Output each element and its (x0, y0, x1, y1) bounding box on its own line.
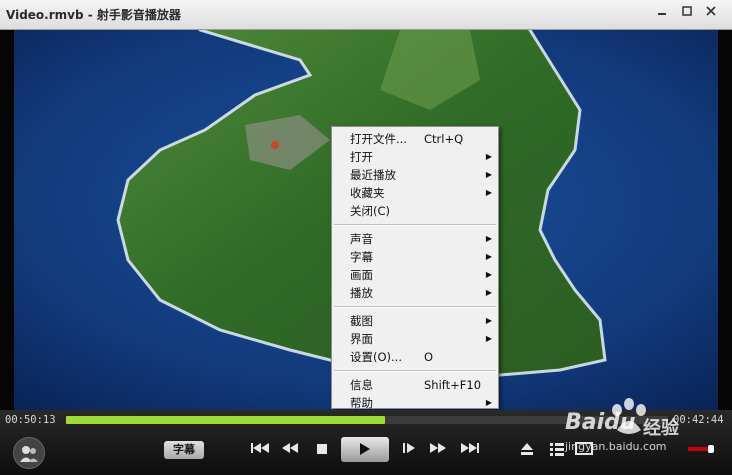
stop-icon[interactable] (316, 441, 328, 460)
menu-item-shortcut: Shift+F10 (424, 378, 482, 392)
minimize-icon[interactable] (652, 4, 672, 20)
menu-item-label: 打开 (350, 150, 373, 164)
menu-item-label: 字幕 (350, 250, 373, 264)
submenu-arrow-icon: ▶ (485, 398, 492, 407)
step-forward-icon[interactable] (402, 440, 416, 460)
submenu-arrow-icon: ▶ (485, 152, 492, 161)
menu-item[interactable]: 声音 ▶ (332, 230, 498, 248)
menu-item[interactable]: 打开 ▶ (332, 148, 498, 166)
menu-item[interactable]: 帮助 ▶ (332, 394, 498, 410)
menu-item-label: 声音 (350, 232, 373, 246)
menu-item[interactable]: 最近播放 ▶ (332, 166, 498, 184)
play-button[interactable] (341, 437, 389, 462)
menu-item-label: 打开文件... (350, 132, 407, 146)
submenu-arrow-icon: ▶ (485, 316, 492, 325)
elapsed-time: 00:50:13 (5, 414, 56, 426)
menu-separator (334, 370, 496, 372)
context-menu: 打开文件... Ctrl+Q 打开 ▶ 最近播放 ▶ 收藏夹 ▶ 关闭(C) 声音 ▶ 字幕 ▶ 画面 ▶ 播… (331, 126, 499, 410)
subtitle-button[interactable]: 字幕 (164, 441, 204, 459)
menu-item[interactable]: 字幕 ▶ (332, 248, 498, 266)
skip-back-icon[interactable] (250, 440, 272, 460)
menu-item-label: 画面 (350, 268, 373, 282)
window-title: Video.rmvb - 射手影音播放器 (6, 8, 181, 22)
menu-item[interactable]: 画面 ▶ (332, 266, 498, 284)
menu-item[interactable]: 播放 ▶ (332, 284, 498, 302)
close-icon[interactable] (701, 4, 721, 20)
menu-separator (334, 306, 496, 308)
watermark-brand: Baidu (565, 410, 636, 435)
menu-item-label: 最近播放 (350, 168, 396, 182)
submenu-arrow-icon: ▶ (485, 252, 492, 261)
menu-item-label: 帮助 (350, 396, 373, 410)
submenu-arrow-icon: ▶ (485, 270, 492, 279)
title-bar[interactable]: Video.rmvb - 射手影音播放器 (0, 0, 732, 30)
menu-item[interactable]: 打开文件... Ctrl+Q (332, 130, 498, 148)
menu-item-shortcut: O (424, 350, 434, 364)
submenu-arrow-icon: ▶ (485, 334, 492, 343)
progress-fill (66, 416, 386, 424)
menu-item-label: 关闭(C) (350, 204, 391, 218)
maximize-icon[interactable] (677, 4, 697, 20)
player-window: Video.rmvb - 射手影音播放器 打开文件... Ctrl+Q 打开 ▶… (0, 0, 732, 475)
watermark-url: jingyan.baidu.com (565, 440, 667, 453)
menu-item-label: 截图 (350, 314, 373, 328)
watermark: Baidu 经验 jingyan.baidu.com (555, 398, 725, 460)
submenu-arrow-icon: ▶ (485, 170, 492, 179)
user-avatar-icon[interactable] (13, 437, 45, 469)
skip-forward-icon[interactable] (458, 440, 480, 460)
eject-icon[interactable] (519, 441, 535, 461)
menu-item-label: 播放 (350, 286, 373, 300)
submenu-arrow-icon: ▶ (485, 188, 492, 197)
menu-item[interactable]: 关闭(C) (332, 202, 498, 220)
menu-item[interactable]: 信息 Shift+F10 (332, 376, 498, 394)
menu-item-label: 设置(O)... (350, 350, 402, 364)
watermark-suffix: 经验 (643, 418, 679, 439)
rewind-icon[interactable] (280, 440, 300, 460)
menu-item[interactable]: 设置(O)... O (332, 348, 498, 366)
menu-item-label: 界面 (350, 332, 373, 346)
menu-item-shortcut: Ctrl+Q (424, 132, 464, 146)
menu-item-label: 收藏夹 (350, 186, 385, 200)
play-icon (360, 443, 370, 455)
menu-item[interactable]: 截图 ▶ (332, 312, 498, 330)
menu-item-label: 信息 (350, 378, 373, 392)
menu-item[interactable]: 界面 ▶ (332, 330, 498, 348)
fast-forward-icon[interactable] (428, 440, 448, 460)
video-area[interactable]: 打开文件... Ctrl+Q 打开 ▶ 最近播放 ▶ 收藏夹 ▶ 关闭(C) 声音 ▶ 字幕 ▶ 画面 ▶ 播… (0, 30, 732, 410)
submenu-arrow-icon: ▶ (485, 288, 492, 297)
submenu-arrow-icon: ▶ (485, 234, 492, 243)
menu-separator (334, 224, 496, 226)
menu-item[interactable]: 收藏夹 ▶ (332, 184, 498, 202)
